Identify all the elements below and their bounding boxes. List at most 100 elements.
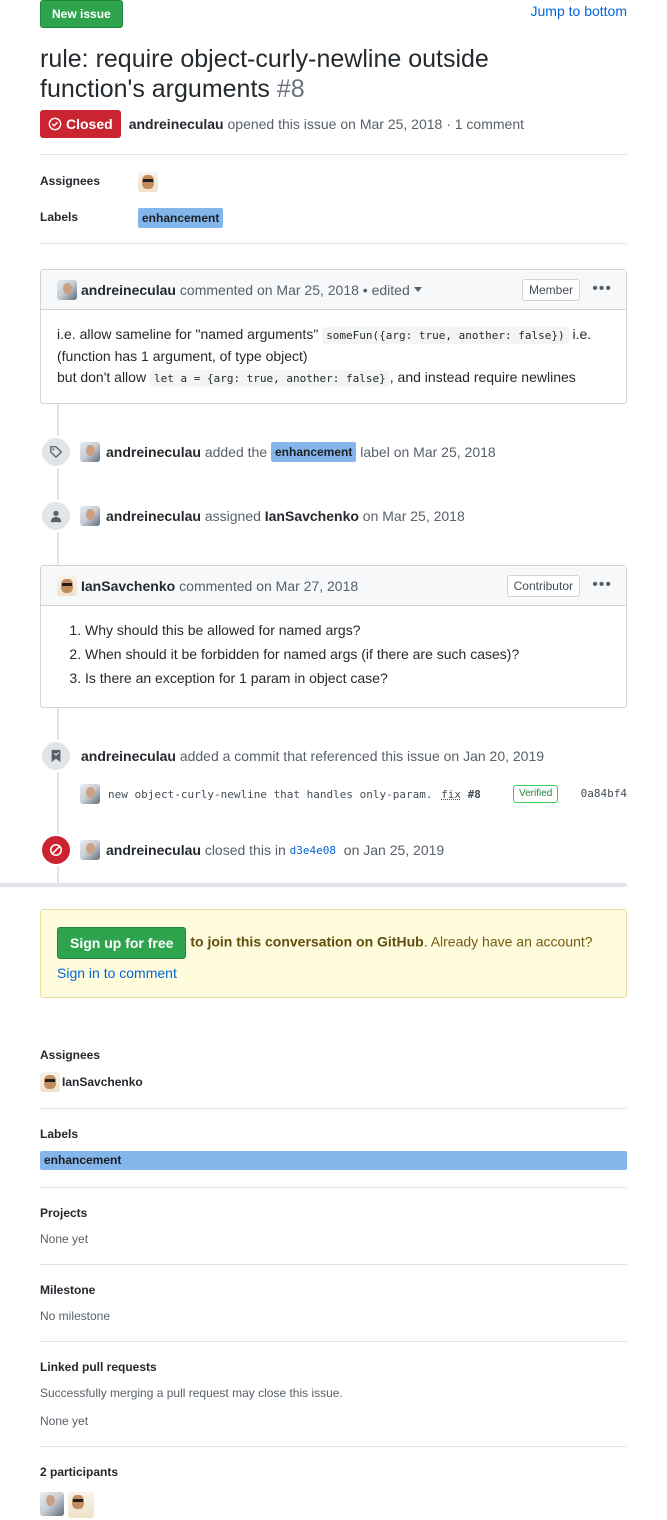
avatar[interactable]	[80, 506, 100, 526]
commit-fix-link[interactable]: fix	[441, 788, 461, 801]
comment-body: Why should this be allowed for named arg…	[41, 606, 626, 704]
comment-text: i.e. allow sameline for "named arguments…	[57, 326, 323, 342]
milestone-value: No milestone	[40, 1309, 111, 1323]
avatar[interactable]	[80, 784, 100, 804]
sidebar-labels-heading[interactable]: Labels	[40, 1127, 78, 1141]
sidebar-projects-heading[interactable]: Projects	[40, 1206, 87, 1220]
enhancement-label[interactable]: enhancement	[271, 442, 357, 462]
assignee-link[interactable]: IanSavchenko	[265, 508, 359, 524]
timeline-commit-event: andreineculau added a commit that refere…	[40, 740, 627, 772]
divider	[40, 1446, 627, 1447]
closed-state-badge: Closed	[40, 110, 121, 138]
commit-sha-link[interactable]: 0a84bf4	[581, 787, 627, 800]
person-icon	[40, 500, 72, 532]
avatar[interactable]	[80, 442, 100, 462]
actor-link[interactable]: andreineculau	[106, 444, 201, 460]
comment-iansavchenko: IanSavchenko commented on Mar 27, 2018 C…	[40, 565, 627, 708]
issue-ref-link[interactable]: #8	[468, 788, 481, 801]
participant-avatar[interactable]	[40, 1492, 64, 1516]
participant-avatar[interactable]	[68, 1492, 94, 1518]
issue-state-row: Closed andreineculau opened this issue o…	[40, 110, 524, 138]
comment-meta[interactable]: commented on Mar 25, 2018 • edited	[180, 282, 410, 298]
list-item: Why should this be allowed for named arg…	[85, 618, 610, 642]
comment-author-link[interactable]: andreineculau	[81, 282, 176, 298]
timeline-assign-event: andreineculau assigned IanSavchenko on M…	[40, 500, 627, 532]
list-item: Is there an exception for 1 param in obj…	[85, 666, 610, 690]
comment-body: i.e. allow sameline for "named arguments…	[41, 310, 626, 403]
avatar[interactable]	[57, 279, 77, 300]
state-label: Closed	[66, 116, 113, 132]
actor-link[interactable]: andreineculau	[106, 508, 201, 524]
actor-link[interactable]: andreineculau	[106, 842, 201, 858]
event-text: assigned	[204, 508, 261, 524]
issue-meta: andreineculau opened this issue on Mar 2…	[129, 116, 524, 132]
linked-prs-description: Successfully merging a pull request may …	[40, 1386, 343, 1400]
sign-in-link[interactable]: Sign in to comment	[57, 965, 177, 981]
event-text: on Jan 25, 2019	[343, 842, 445, 858]
inline-code: someFun({arg: true, another: false})	[322, 327, 569, 344]
divider	[40, 1264, 627, 1265]
sidebar-assignees-heading[interactable]: Assignees	[40, 1048, 100, 1062]
chevron-down-icon	[413, 286, 422, 292]
participants-avatars	[40, 1492, 94, 1518]
contributor-badge: Contributor	[506, 575, 580, 597]
comment-meta[interactable]: commented on Mar 27, 2018	[179, 578, 358, 594]
question-list: Why should this be allowed for named arg…	[85, 618, 610, 690]
verified-badge[interactable]: Verified	[513, 785, 559, 803]
issue-title-text: rule: require object-curly-newline outsi…	[40, 45, 489, 103]
closed-issue-icon	[48, 117, 62, 131]
event-text: on Mar 25, 2018	[362, 508, 465, 524]
sidebar-assignee[interactable]: IanSavchenko	[40, 1072, 143, 1092]
comment-header: IanSavchenko commented on Mar 27, 2018 C…	[41, 566, 626, 606]
sidebar-milestone-heading[interactable]: Milestone	[40, 1283, 95, 1297]
divider	[40, 1341, 627, 1342]
divider	[40, 1187, 627, 1188]
issue-opened-text: opened this issue on Mar 25, 2018 · 1 co…	[227, 116, 525, 132]
issue-topbar: New issue Jump to bottom	[40, 0, 627, 28]
issue-number: #8	[276, 75, 305, 103]
list-item: When should it be forbidden for named ar…	[85, 642, 610, 666]
divider	[40, 154, 627, 155]
divider	[40, 243, 627, 244]
jump-to-bottom-link[interactable]: Jump to bottom	[531, 3, 628, 19]
comment-andreineculau: andreineculau commented on Mar 25, 2018 …	[40, 269, 627, 404]
assignee-avatar[interactable]	[138, 172, 158, 192]
timeline-closed-event: andreineculau closed this in d3e4e08 on …	[40, 834, 627, 866]
comment-header: andreineculau commented on Mar 25, 2018 …	[41, 270, 626, 310]
issue-title: rule: require object-curly-newline outsi…	[40, 44, 600, 104]
participants-heading: 2 participants	[40, 1465, 119, 1479]
sidebar-enhancement-label[interactable]: enhancement	[40, 1151, 627, 1170]
top-enhancement-label[interactable]: enhancement	[138, 208, 224, 228]
timeline-end-separator	[0, 883, 627, 887]
avatar[interactable]	[57, 575, 77, 596]
event-text: closed this in	[204, 842, 286, 858]
avatar[interactable]	[40, 1072, 60, 1092]
signup-text-2: . Already have an account?	[423, 933, 593, 950]
assignee-name[interactable]: IanSavchenko	[62, 1075, 143, 1089]
comment-author-link[interactable]: IanSavchenko	[81, 578, 175, 594]
commit-row: new object-curly-newline that handles on…	[80, 782, 627, 806]
avatar[interactable]	[80, 840, 100, 860]
timeline-label-event: andreineculau added the enhancement labe…	[40, 436, 627, 468]
linked-prs-value: None yet	[40, 1414, 89, 1428]
kebab-menu-icon[interactable]: •••	[592, 575, 612, 595]
signup-text: to join this conversation on GitHub	[190, 933, 424, 950]
signup-prompt: Sign up for free to join this conversati…	[40, 909, 627, 998]
projects-value: None yet	[40, 1232, 89, 1246]
event-text: added the	[204, 444, 268, 460]
issue-author-link[interactable]: andreineculau	[129, 116, 224, 132]
actor-link[interactable]: andreineculau	[81, 748, 176, 764]
sidebar-linked-prs-heading[interactable]: Linked pull requests	[40, 1360, 157, 1374]
commit-link[interactable]: d3e4e08	[290, 844, 336, 857]
kebab-menu-icon[interactable]: •••	[592, 279, 612, 299]
inline-code: let a = {arg: true, another: false}	[149, 370, 390, 387]
event-text: added a commit that referenced this issu…	[179, 748, 545, 764]
signup-button[interactable]: Sign up for free	[57, 927, 187, 959]
top-labels-label: Labels	[40, 210, 79, 224]
member-badge: Member	[521, 279, 580, 301]
bookmark-icon	[40, 740, 72, 772]
new-issue-button[interactable]: New issue	[40, 0, 123, 28]
top-assignees-label: Assignees	[40, 174, 101, 188]
comment-text: but don't allow	[57, 369, 150, 385]
commit-message-link[interactable]: new object-curly-newline that handles on…	[108, 788, 433, 801]
